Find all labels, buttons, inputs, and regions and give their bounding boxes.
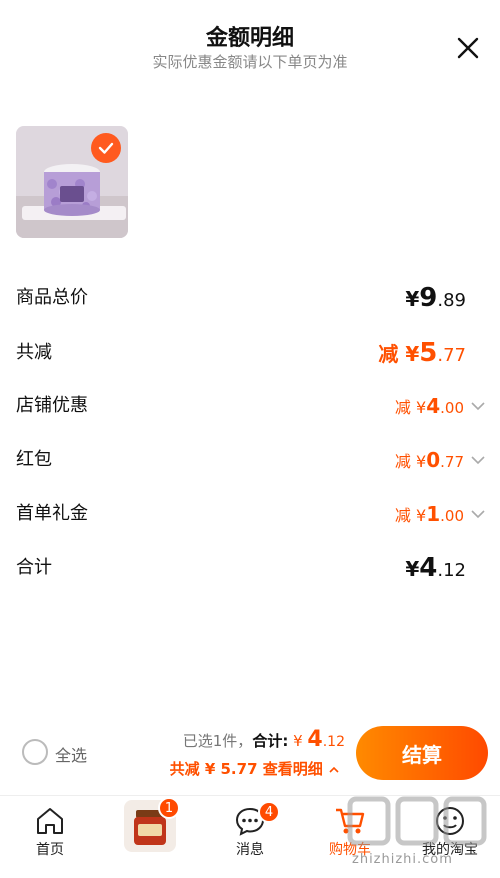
- row-value: 减 ¥5.77: [378, 338, 466, 371]
- tab-home[interactable]: 首页: [0, 796, 100, 878]
- row-first-order-gift[interactable]: 首单礼金 减 ¥1.00: [16, 499, 486, 529]
- total-amount: ¥ 4.12: [293, 727, 345, 752]
- selected-check-icon[interactable]: [91, 133, 121, 163]
- selected-count: 已选1件，: [182, 732, 253, 750]
- tab-label: 消息: [236, 842, 264, 858]
- amount-decimal: .12: [322, 734, 345, 750]
- row-goods-total: 商品总价 ¥9.89: [16, 283, 486, 313]
- total-label: 合计:: [252, 732, 289, 750]
- row-total-discount: 共减 减 ¥5.77: [16, 338, 486, 368]
- amount-decimal: .12: [437, 560, 466, 581]
- amount-integer: 0: [426, 448, 441, 472]
- row-label: 合计: [16, 557, 52, 578]
- row-value: 减 ¥0.77: [395, 445, 464, 477]
- amount-integer: 5: [419, 338, 438, 368]
- currency-symbol: ¥: [293, 732, 303, 750]
- currency-symbol: ¥: [416, 452, 427, 471]
- currency-symbol: ¥: [416, 506, 427, 525]
- amount-decimal: .77: [440, 453, 464, 471]
- select-all-radio[interactable]: [22, 739, 48, 765]
- amount-decimal: .77: [437, 345, 466, 366]
- selected-summary: 已选1件，合计: ¥ 4.12: [183, 727, 345, 752]
- tab-badge: 1: [158, 797, 180, 819]
- sheet-header: 金额明细 实际优惠金额请以下单页为准: [0, 0, 500, 90]
- checkout-button[interactable]: 结算: [356, 726, 488, 780]
- currency-symbol: ¥: [405, 287, 420, 311]
- watermark-text: zhizhizhi.com: [352, 852, 453, 867]
- details-link-label: 查看明细: [262, 760, 323, 778]
- discount-prefix: 减: [378, 342, 399, 366]
- row-label: 首单礼金: [16, 503, 88, 524]
- tab-messages[interactable]: 4 消息: [200, 796, 300, 878]
- select-all-label[interactable]: 全选: [55, 742, 87, 766]
- sheet-title: 金额明细: [205, 26, 294, 51]
- currency-symbol: ¥: [416, 398, 427, 417]
- row-label: 共减: [16, 342, 52, 363]
- amount-details-sheet: 金额明细 实际优惠金额请以下单页为准 商品总价 ¥9.89 共减 减 ¥5.77…: [0, 0, 500, 878]
- row-value: 减 ¥4.00: [395, 391, 464, 423]
- discount-prefix: 减: [394, 398, 411, 417]
- view-details-link[interactable]: 共减 ¥ 5.77 查看明细: [170, 758, 340, 779]
- amount-decimal: .89: [437, 290, 466, 311]
- home-icon: [37, 808, 63, 834]
- tab-badge: 4: [258, 801, 280, 823]
- row-label: 店铺优惠: [16, 395, 88, 416]
- row-value: 减 ¥1.00: [395, 499, 464, 531]
- saved-amount: 共减 ¥ 5.77: [169, 760, 258, 778]
- chevron-down-icon[interactable]: [470, 398, 486, 414]
- close-icon[interactable]: [456, 36, 480, 60]
- currency-symbol: ¥: [405, 557, 420, 581]
- discount-prefix: 减: [394, 506, 411, 525]
- row-red-packet[interactable]: 红包 减 ¥0.77: [16, 445, 486, 475]
- amount-integer: 4: [426, 394, 441, 418]
- row-value: ¥9.89: [405, 283, 466, 316]
- amount-decimal: .00: [440, 507, 464, 525]
- amount-integer: 4: [307, 727, 323, 752]
- row-grand-total: 合计 ¥4.12: [16, 553, 486, 583]
- amount-integer: 4: [419, 553, 438, 583]
- tab-label: 首页: [36, 842, 64, 858]
- chevron-up-icon: [329, 766, 339, 773]
- chevron-down-icon[interactable]: [470, 506, 486, 522]
- row-value: ¥4.12: [405, 553, 466, 586]
- watermark-logo: [347, 796, 487, 846]
- row-label: 红包: [16, 449, 52, 470]
- tab-recommended-product[interactable]: 1: [100, 796, 200, 878]
- row-label: 商品总价: [16, 287, 88, 308]
- amount-decimal: .00: [440, 399, 464, 417]
- sheet-subtitle: 实际优惠金额请以下单页为准: [152, 53, 348, 71]
- amount-integer: 1: [426, 502, 441, 526]
- chevron-down-icon[interactable]: [470, 452, 486, 468]
- currency-symbol: ¥: [405, 342, 420, 366]
- row-shop-discount[interactable]: 店铺优惠 减 ¥4.00: [16, 391, 486, 421]
- discount-prefix: 减: [394, 452, 411, 471]
- amount-integer: 9: [419, 283, 438, 313]
